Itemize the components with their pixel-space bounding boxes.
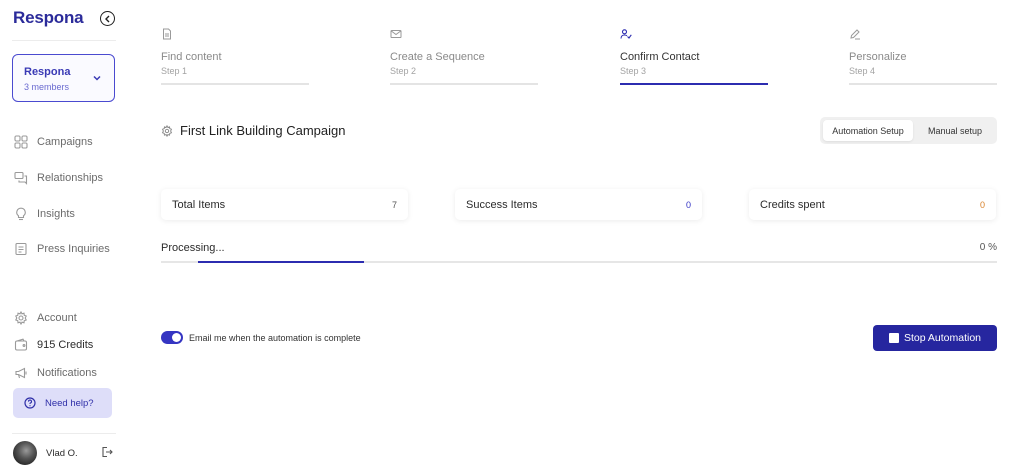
nav-label: Insights	[37, 208, 75, 220]
help-label: Need help?	[45, 397, 94, 409]
campaign-header: First Link Building Campaign	[161, 123, 345, 138]
sidebar: Respona Respona 3 members Campaigns Rela…	[0, 0, 128, 475]
nav-label: Campaigns	[37, 136, 93, 148]
step-subtitle: Step 1	[161, 66, 188, 76]
mail-icon	[390, 30, 402, 38]
progress-percent: 0 %	[979, 242, 997, 253]
nav-item-campaigns[interactable]: Campaigns	[14, 135, 93, 149]
email-notification-toggle[interactable]	[161, 331, 183, 344]
credits-item[interactable]: 915 Credits	[14, 338, 93, 352]
step-bar	[390, 83, 538, 85]
user-profile[interactable]: Vlad O.	[13, 441, 78, 465]
gear-icon[interactable]	[161, 124, 173, 137]
step-bar	[849, 83, 997, 85]
step-title: Confirm Contact	[620, 51, 700, 63]
step-personalize[interactable]: Personalize Step 4	[849, 28, 997, 85]
stop-automation-button[interactable]: Stop Automation	[873, 325, 997, 351]
gear-icon	[15, 311, 27, 325]
user-check-icon	[620, 29, 632, 39]
stat-value: 7	[391, 199, 397, 210]
sidebar-divider	[12, 40, 116, 41]
processing-label: Processing...	[161, 242, 225, 254]
nav-item-relationships[interactable]: Relationships	[14, 171, 103, 185]
manual-setup-tab[interactable]: Manual setup	[916, 120, 994, 141]
avatar	[13, 441, 37, 465]
wallet-icon	[14, 338, 28, 351]
nav-item-notifications[interactable]: Notifications	[14, 366, 97, 380]
step-confirm-contact[interactable]: Confirm Contact Step 3	[620, 28, 768, 85]
stat-label: Credits spent	[760, 198, 825, 211]
grid-icon	[14, 135, 28, 149]
setup-mode-toggle: Automation Setup Manual setup	[820, 117, 997, 144]
pen-icon	[850, 29, 860, 40]
toggle-knob	[172, 333, 181, 342]
stat-label: Success Items	[466, 198, 538, 211]
step-subtitle: Step 4	[849, 66, 876, 76]
step-title: Find content	[161, 51, 222, 63]
stat-value: 0	[979, 199, 985, 210]
help-button[interactable]: Need help?	[13, 388, 112, 418]
chevron-left-icon	[104, 15, 109, 22]
step-create-sequence[interactable]: Create a Sequence Step 2	[390, 28, 538, 85]
collapse-sidebar-button[interactable]	[100, 11, 115, 26]
nav-label: Account	[37, 312, 77, 324]
step-subtitle: Step 3	[620, 66, 647, 76]
campaign-title: First Link Building Campaign	[180, 123, 346, 138]
step-subtitle: Step 2	[390, 66, 417, 76]
step-bar	[161, 83, 309, 85]
automation-setup-tab[interactable]: Automation Setup	[823, 120, 913, 141]
file-icon	[163, 28, 171, 40]
logout-icon[interactable]	[101, 446, 113, 458]
nav-item-press-inquiries[interactable]: Press Inquiries	[14, 242, 110, 256]
nav-label: Press Inquiries	[37, 243, 110, 255]
question-icon	[24, 397, 36, 409]
step-find-content[interactable]: Find content Step 1	[161, 28, 309, 85]
chevron-down-icon	[93, 75, 101, 81]
team-name: Respona	[24, 66, 71, 78]
app-logo[interactable]: Respona	[13, 8, 84, 28]
email-notification-label: Email me when the automation is complete	[189, 333, 361, 343]
step-title: Personalize	[849, 51, 907, 63]
nav-item-account[interactable]: Account	[14, 311, 77, 325]
stat-card-success-items: Success Items 0	[455, 189, 702, 220]
chat-icon	[14, 171, 28, 185]
stat-card-total-items: Total Items 7	[161, 189, 408, 220]
step-bar	[620, 83, 768, 85]
nav-label: 915 Credits	[37, 339, 94, 351]
team-selector[interactable]: Respona 3 members	[12, 54, 115, 102]
stop-icon	[888, 333, 899, 343]
nav-label: Notifications	[37, 367, 97, 379]
sidebar-divider	[12, 433, 116, 434]
megaphone-icon	[15, 367, 27, 379]
step-title: Create a Sequence	[390, 51, 485, 63]
progress-track	[161, 261, 997, 263]
nav-label: Relationships	[37, 172, 104, 184]
user-name: Vlad O.	[46, 447, 78, 459]
stat-card-credits-spent: Credits spent 0	[749, 189, 996, 220]
progress-indicator	[198, 261, 364, 263]
stop-automation-label: Stop Automation	[903, 332, 982, 344]
team-members: 3 members	[24, 82, 70, 92]
stat-label: Total Items	[172, 198, 226, 211]
lightbulb-icon	[16, 207, 26, 221]
nav-item-insights[interactable]: Insights	[14, 207, 75, 221]
stat-value: 0	[685, 199, 691, 210]
document-icon	[15, 242, 27, 256]
